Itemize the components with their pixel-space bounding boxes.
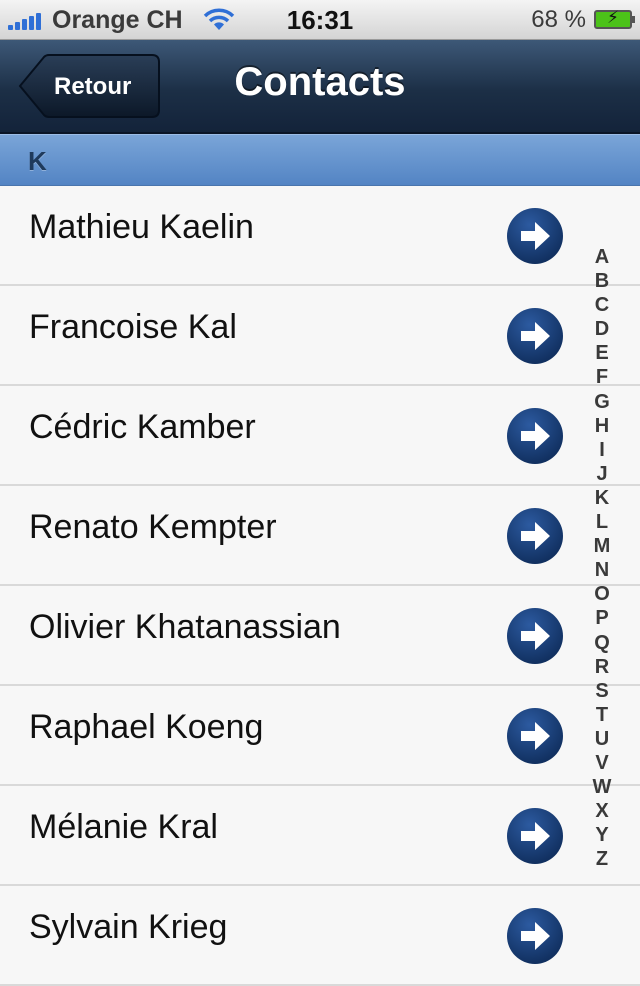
- index-letter[interactable]: I: [588, 438, 616, 462]
- contact-row[interactable]: Mathieu Kaelin: [0, 186, 640, 286]
- index-letter[interactable]: W: [588, 775, 616, 799]
- index-letter[interactable]: Y: [588, 823, 616, 847]
- section-header: K: [0, 134, 640, 186]
- contact-list: Mathieu Kaelin Francoise Kal Cédric Kamb…: [0, 186, 640, 986]
- index-letter[interactable]: X: [588, 799, 616, 823]
- arrow-right-circle-icon[interactable]: [506, 807, 564, 865]
- section-header-letter: K: [28, 146, 47, 176]
- index-letter[interactable]: E: [588, 341, 616, 365]
- arrow-right-circle-icon[interactable]: [506, 607, 564, 665]
- arrow-right-circle-icon[interactable]: [506, 407, 564, 465]
- index-letter[interactable]: S: [588, 679, 616, 703]
- index-letter[interactable]: N: [588, 558, 616, 582]
- contact-name: Mélanie Kral: [29, 808, 218, 846]
- index-letter[interactable]: G: [588, 390, 616, 414]
- battery-percentage: 68 %: [531, 6, 586, 33]
- contact-row[interactable]: Sylvain Krieg: [0, 886, 640, 986]
- arrow-right-circle-icon[interactable]: [506, 907, 564, 965]
- contact-row[interactable]: Francoise Kal: [0, 286, 640, 386]
- index-letter[interactable]: D: [588, 317, 616, 341]
- index-letter[interactable]: Q: [588, 631, 616, 655]
- arrow-right-circle-icon[interactable]: [506, 307, 564, 365]
- index-letter[interactable]: H: [588, 414, 616, 438]
- contact-name: Raphael Koeng: [29, 708, 264, 746]
- index-letter[interactable]: L: [588, 510, 616, 534]
- contact-name: Cédric Kamber: [29, 408, 256, 446]
- index-letter[interactable]: F: [588, 365, 616, 389]
- index-letter[interactable]: M: [588, 534, 616, 558]
- contact-row[interactable]: Olivier Khatanassian: [0, 586, 640, 686]
- index-letter[interactable]: T: [588, 703, 616, 727]
- contact-name: Renato Kempter: [29, 508, 277, 546]
- index-letter[interactable]: P: [588, 606, 616, 630]
- contact-row[interactable]: Mélanie Kral: [0, 786, 640, 886]
- alphabet-index[interactable]: A B C D E F G H I J K L M N O P Q R S T …: [588, 245, 616, 871]
- contact-row[interactable]: Raphael Koeng: [0, 686, 640, 786]
- index-letter[interactable]: A: [588, 245, 616, 269]
- contact-name: Sylvain Krieg: [29, 908, 228, 946]
- status-bar: Orange CH 16:31 68 % ⚡: [0, 0, 640, 40]
- index-letter[interactable]: U: [588, 727, 616, 751]
- contact-row[interactable]: Cédric Kamber: [0, 386, 640, 486]
- index-letter[interactable]: V: [588, 751, 616, 775]
- index-letter[interactable]: C: [588, 293, 616, 317]
- contact-row[interactable]: Renato Kempter: [0, 486, 640, 586]
- contact-name: Francoise Kal: [29, 308, 237, 346]
- contact-name: Mathieu Kaelin: [29, 208, 254, 246]
- index-letter[interactable]: R: [588, 655, 616, 679]
- navigation-bar: Retour Contacts: [0, 40, 640, 134]
- contact-name: Olivier Khatanassian: [29, 608, 341, 646]
- index-letter[interactable]: O: [588, 582, 616, 606]
- arrow-right-circle-icon[interactable]: [506, 507, 564, 565]
- arrow-right-circle-icon[interactable]: [506, 207, 564, 265]
- battery-charging-icon: ⚡: [594, 8, 635, 29]
- index-letter[interactable]: Z: [588, 847, 616, 871]
- page-title: Contacts: [234, 60, 406, 104]
- index-letter[interactable]: B: [588, 269, 616, 293]
- arrow-right-circle-icon[interactable]: [506, 707, 564, 765]
- index-letter[interactable]: J: [588, 462, 616, 486]
- index-letter[interactable]: K: [588, 486, 616, 510]
